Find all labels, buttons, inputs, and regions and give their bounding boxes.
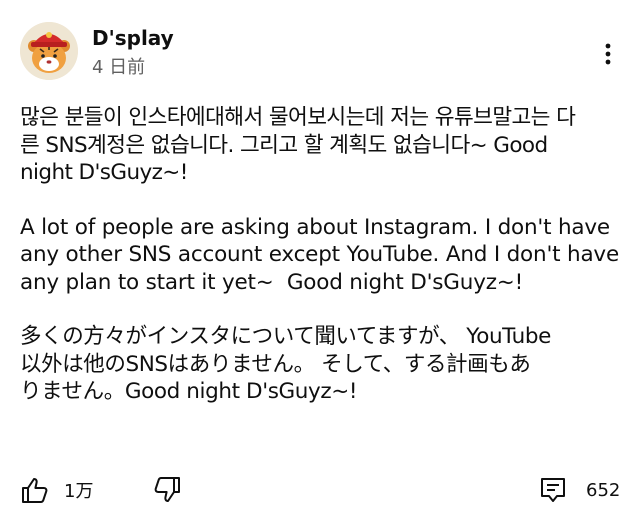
tiger-avatar-icon [20,22,78,80]
channel-avatar[interactable] [20,22,78,80]
thumb-down-icon [154,477,180,502]
more-options-button[interactable] [596,34,620,74]
more-vert-icon [605,43,611,65]
thumb-up-icon [22,478,48,503]
comment-paragraph-japanese: 多くの方々がインスタについて聞いてますが、 YouTube 以外は他のSNSはあ… [20,324,551,404]
comment-card: D'splay 4 日前 많은 분들이 인스타에대해서 물어보시는데 저는 유튜… [0,0,640,527]
comment-header: D'splay 4 日前 [20,22,620,82]
comment-actions: 1万 652 [20,470,620,510]
reply-count: 652 [586,479,621,501]
comment-timestamp: 4 日前 [92,57,146,78]
like-button[interactable]: 1万 [20,470,93,510]
comment-body: 많은 분들이 인스타에대해서 물어보시는데 저는 유튜브말고는 다 른 SNS계… [20,104,620,433]
comment-paragraph-english: A lot of people are asking about Instagr… [20,214,619,295]
comment-paragraph-korean: 많은 분들이 인스타에대해서 물어보시는데 저는 유튜브말고는 다 른 SNS계… [20,105,576,185]
comment-author[interactable]: D'splay [92,25,174,51]
like-count: 1万 [64,481,94,502]
dislike-button[interactable] [152,470,182,510]
reply-button[interactable]: 652 [538,470,620,510]
comment-icon [541,478,565,502]
